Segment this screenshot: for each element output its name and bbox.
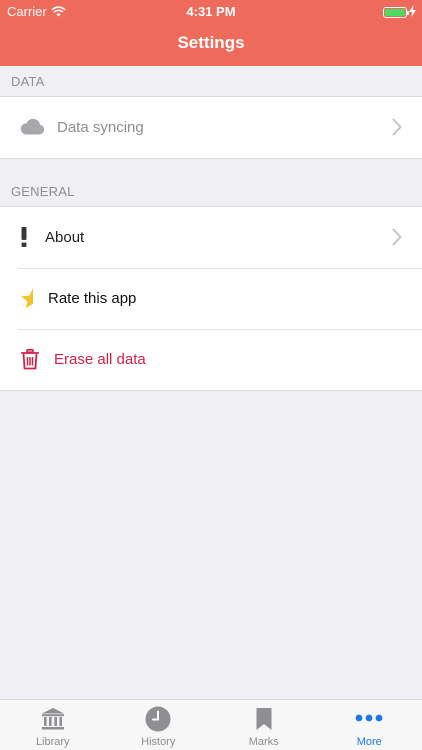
erase-data-row[interactable]: Erase all data	[0, 329, 422, 390]
cloud-icon	[19, 115, 45, 137]
status-bar: Carrier 4:31 PM	[0, 0, 422, 22]
tab-more[interactable]: More	[317, 700, 422, 750]
bookmark-icon	[255, 707, 273, 734]
ellipsis-icon	[355, 713, 383, 725]
tab-library-label: Library	[35, 736, 70, 748]
about-label: About	[45, 229, 85, 246]
charging-bolt-icon	[409, 5, 416, 20]
tab-history-label: History	[141, 736, 176, 748]
chevron-right-icon	[392, 228, 402, 246]
tab-more-label: More	[356, 736, 382, 748]
clock-icon	[145, 706, 171, 735]
battery-icon	[383, 7, 409, 18]
library-icon	[40, 707, 66, 734]
section-header-data: DATA	[11, 74, 45, 89]
settings-screen: Carrier 4:31 PM Settings DATA Data synci…	[0, 0, 422, 750]
header: Carrier 4:31 PM Settings	[0, 0, 422, 66]
data-syncing-row[interactable]: Data syncing	[0, 97, 422, 158]
rate-app-label: Rate this app	[48, 290, 137, 307]
exclamation-icon	[18, 226, 30, 248]
tab-bar: Library History Marks More	[0, 699, 422, 750]
tab-marks[interactable]: Marks	[211, 700, 317, 750]
chevron-right-icon	[392, 118, 402, 136]
data-group: Data syncing	[0, 96, 422, 159]
rate-app-row[interactable]: Rate this app	[0, 268, 422, 329]
erase-data-label: Erase all data	[54, 351, 146, 368]
trash-icon	[20, 348, 40, 370]
general-group: About Rate this app Erase all data	[0, 206, 422, 391]
tab-library[interactable]: Library	[0, 700, 106, 750]
battery-indicator	[383, 5, 416, 20]
half-star-icon	[18, 287, 36, 309]
tab-marks-label: Marks	[248, 736, 279, 748]
tab-history[interactable]: History	[106, 700, 212, 750]
section-header-general: GENERAL	[11, 184, 75, 199]
status-time: 4:31 PM	[186, 4, 236, 19]
page-title: Settings	[177, 33, 245, 52]
about-row[interactable]: About	[0, 207, 422, 268]
data-syncing-label: Data syncing	[57, 119, 144, 136]
